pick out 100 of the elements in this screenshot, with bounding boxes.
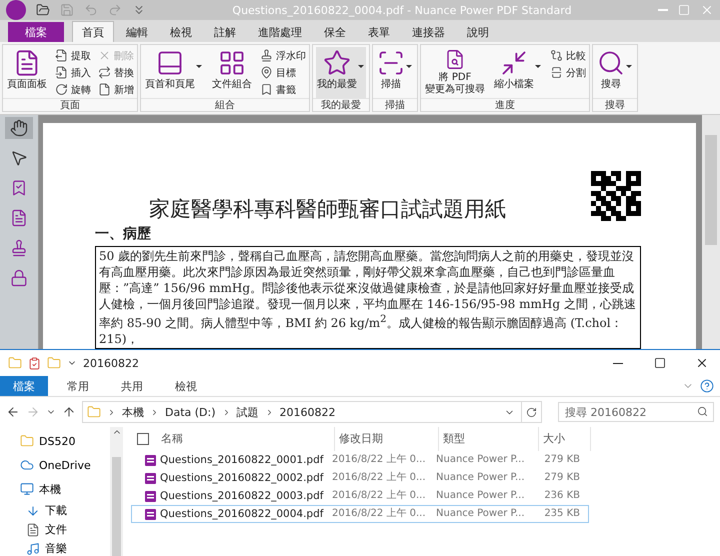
file-name-cell: Questions_20160822_0003.pdf	[132, 489, 328, 503]
ribbon-button[interactable]: 搜尋	[596, 47, 634, 98]
column-header[interactable]: 名稱	[157, 427, 335, 451]
ribbon-button[interactable]: 頁首和頁尾	[144, 47, 204, 98]
ribbon-button[interactable]: 我的最愛	[316, 47, 366, 98]
ribbon-button[interactable]: 新增	[98, 81, 134, 98]
ribbon-button[interactable]: 掃描	[376, 47, 414, 98]
redo-icon	[108, 3, 122, 17]
folder-icon	[8, 356, 22, 370]
ribbon-button[interactable]: 比較	[550, 47, 586, 64]
ribbon-button[interactable]: 浮水印	[260, 47, 306, 64]
size-cell-text: 279 KB	[543, 471, 581, 485]
breadcrumb[interactable]: 本機	[122, 404, 144, 420]
breadcrumb[interactable]: 試題	[236, 404, 259, 420]
ribbon-tab[interactable]: 表單	[358, 21, 400, 42]
ribbon-tab[interactable]: 註解	[204, 21, 246, 42]
back-button[interactable]	[6, 405, 20, 419]
maximize-icon	[654, 357, 666, 369]
page-header-icon	[156, 49, 184, 77]
page-icon	[10, 209, 28, 227]
address-field[interactable]: 本機 Data (D:) 試題 20160822	[82, 401, 542, 423]
ribbon-button[interactable]: 縮小檔案	[493, 47, 543, 98]
document-icon	[26, 522, 40, 536]
column-header[interactable]: 修改日期	[335, 427, 439, 451]
download-icon	[26, 504, 40, 518]
ribbon-tab[interactable]: 說明	[457, 21, 499, 42]
case-paragraph: 50 歲的劉先生前來門診，聲稱自己血壓高，請您開高血壓藥。當您詢問病人之前的用藥史，發現並沒有高血壓用藥。此次來門診原因為最近突然頭暈，剛好帶父親來拿高血壓藥，自己也到門診區量血壓：”高達” 156/96 mmHg。問診後他表示從來沒做過健康檢查，於是請他回家好好量血壓並接受成人健檢，一個月後回門診追蹤。發現一個月以來，平均血壓在 146-156/95-98 mmHg 之間，心跳速率約 85-90 之間。病人體型中等，BMI 約 26 kg/m$^{2}$。成人健檢的報告顯示膽固醇過高 (T.chol：215)，	[95, 246, 641, 349]
nav-item[interactable]: 下載	[0, 501, 110, 520]
ribbon-button[interactable]: 書籤	[260, 81, 306, 98]
select-all-checkbox[interactable]	[137, 433, 149, 445]
folder-icon	[36, 3, 50, 17]
window-title: Questions_20160822_0004.pdf - Nuance Power PDF Standard	[231, 4, 573, 16]
file-name-cell: Questions_20160822_0002.pdf	[132, 471, 328, 485]
folder-icon	[20, 434, 34, 448]
help-icon	[700, 379, 714, 393]
date-cell-text: 2016/8/22 上午 0...	[331, 507, 427, 521]
ribbon-button[interactable]: 插入	[55, 64, 91, 81]
column-header[interactable]: 大小	[539, 427, 591, 451]
ribbon-tab[interactable]: 進階處理	[248, 21, 312, 42]
nav-item[interactable]: DS520	[0, 429, 110, 453]
forward-icon	[26, 405, 40, 419]
pointer-icon	[10, 149, 28, 167]
ribbon-tab[interactable]: 檢視	[160, 21, 202, 42]
ribbon-tab[interactable]: 保全	[314, 21, 356, 42]
file-menu-button[interactable]: 檔案	[8, 22, 64, 42]
breadcrumb[interactable]: Data (D:)	[165, 406, 216, 418]
ribbon-tab[interactable]: 檔案	[0, 376, 48, 396]
ribbon-button[interactable]: 提取	[55, 47, 91, 64]
ribbon-tab[interactable]: 首頁	[72, 21, 114, 42]
properties-icon	[28, 356, 41, 370]
folder-icon	[87, 405, 101, 419]
nav-item[interactable]: 音樂	[0, 539, 110, 556]
blank-page-icon	[98, 83, 111, 96]
ribbon-tab[interactable]: 常用	[54, 376, 102, 396]
ribbon-button[interactable]: 頁面面板	[6, 47, 48, 98]
column-header[interactable]: 類型	[439, 427, 539, 451]
search-icon	[597, 49, 625, 77]
scroll-bar[interactable]	[702, 115, 720, 349]
pdf-file-icon	[144, 454, 157, 466]
file-row[interactable]: Questions_20160822_0003.pdf 2016/8/22 上午 0... Nuance Power P... 236 KB	[131, 487, 589, 505]
file-name-cell: Questions_20160822_0001.pdf	[132, 453, 328, 467]
nav-item[interactable]: 本機	[0, 477, 110, 501]
pin-icon	[260, 66, 273, 79]
cloud-icon	[20, 458, 34, 472]
ribbon-tab[interactable]: 檢視	[162, 376, 210, 396]
delete-icon	[98, 49, 111, 62]
stamp-icon	[260, 49, 273, 62]
document-heading: 家庭醫學科專科醫師甄審口試試題用紙	[149, 196, 506, 223]
hand-icon	[10, 119, 28, 137]
type-cell-text: Nuance Power P...	[435, 507, 526, 521]
nav-item[interactable]: 文件	[0, 520, 110, 539]
date-cell-text: 2016/8/22 上午 0...	[331, 471, 427, 485]
file-row[interactable]: Questions_20160822_0002.pdf 2016/8/22 上午 0... Nuance Power P... 279 KB	[131, 469, 589, 487]
ribbon-tab[interactable]: 連接器	[402, 21, 455, 42]
group-label: 掃描	[373, 98, 417, 112]
tool-button[interactable]	[5, 117, 33, 139]
ribbon-tab[interactable]: 編輯	[116, 21, 158, 42]
maximize-icon	[678, 4, 690, 16]
pdf-file-icon	[144, 472, 157, 484]
search-field[interactable]: 搜尋 20160822	[558, 402, 714, 422]
ribbon-button[interactable]: 文件組合	[211, 47, 253, 98]
ribbon-button[interactable]: 將 PDF 變更為可搜尋	[424, 47, 486, 98]
file-row[interactable]: Questions_20160822_0001.pdf 2016/8/22 上午 0... Nuance Power P... 279 KB	[131, 451, 589, 469]
page-insert-icon	[55, 66, 68, 79]
back-icon	[6, 405, 20, 419]
size-cell-text: 236 KB	[543, 489, 581, 503]
ribbon-button[interactable]: 目標	[260, 64, 306, 81]
minimize-icon	[613, 362, 623, 364]
ribbon-button[interactable]: 替換	[98, 64, 134, 81]
scroll-bar[interactable]	[110, 427, 123, 556]
nav-item[interactable]: OneDrive	[0, 453, 110, 477]
breadcrumb[interactable]: 20160822	[280, 406, 336, 418]
ribbon-button[interactable]: 旋轉	[55, 81, 91, 98]
ribbon-tab[interactable]: 共用	[108, 376, 156, 396]
rotate-icon	[55, 83, 68, 96]
file-row[interactable]: Questions_20160822_0004.pdf 2016/8/22 上午 0... Nuance Power P... 235 KB	[131, 505, 589, 523]
up-button[interactable]	[62, 405, 76, 419]
pdf-file-icon	[144, 490, 157, 502]
ribbon-button[interactable]: 分割	[550, 64, 586, 81]
qr-code-drawing	[591, 171, 641, 221]
